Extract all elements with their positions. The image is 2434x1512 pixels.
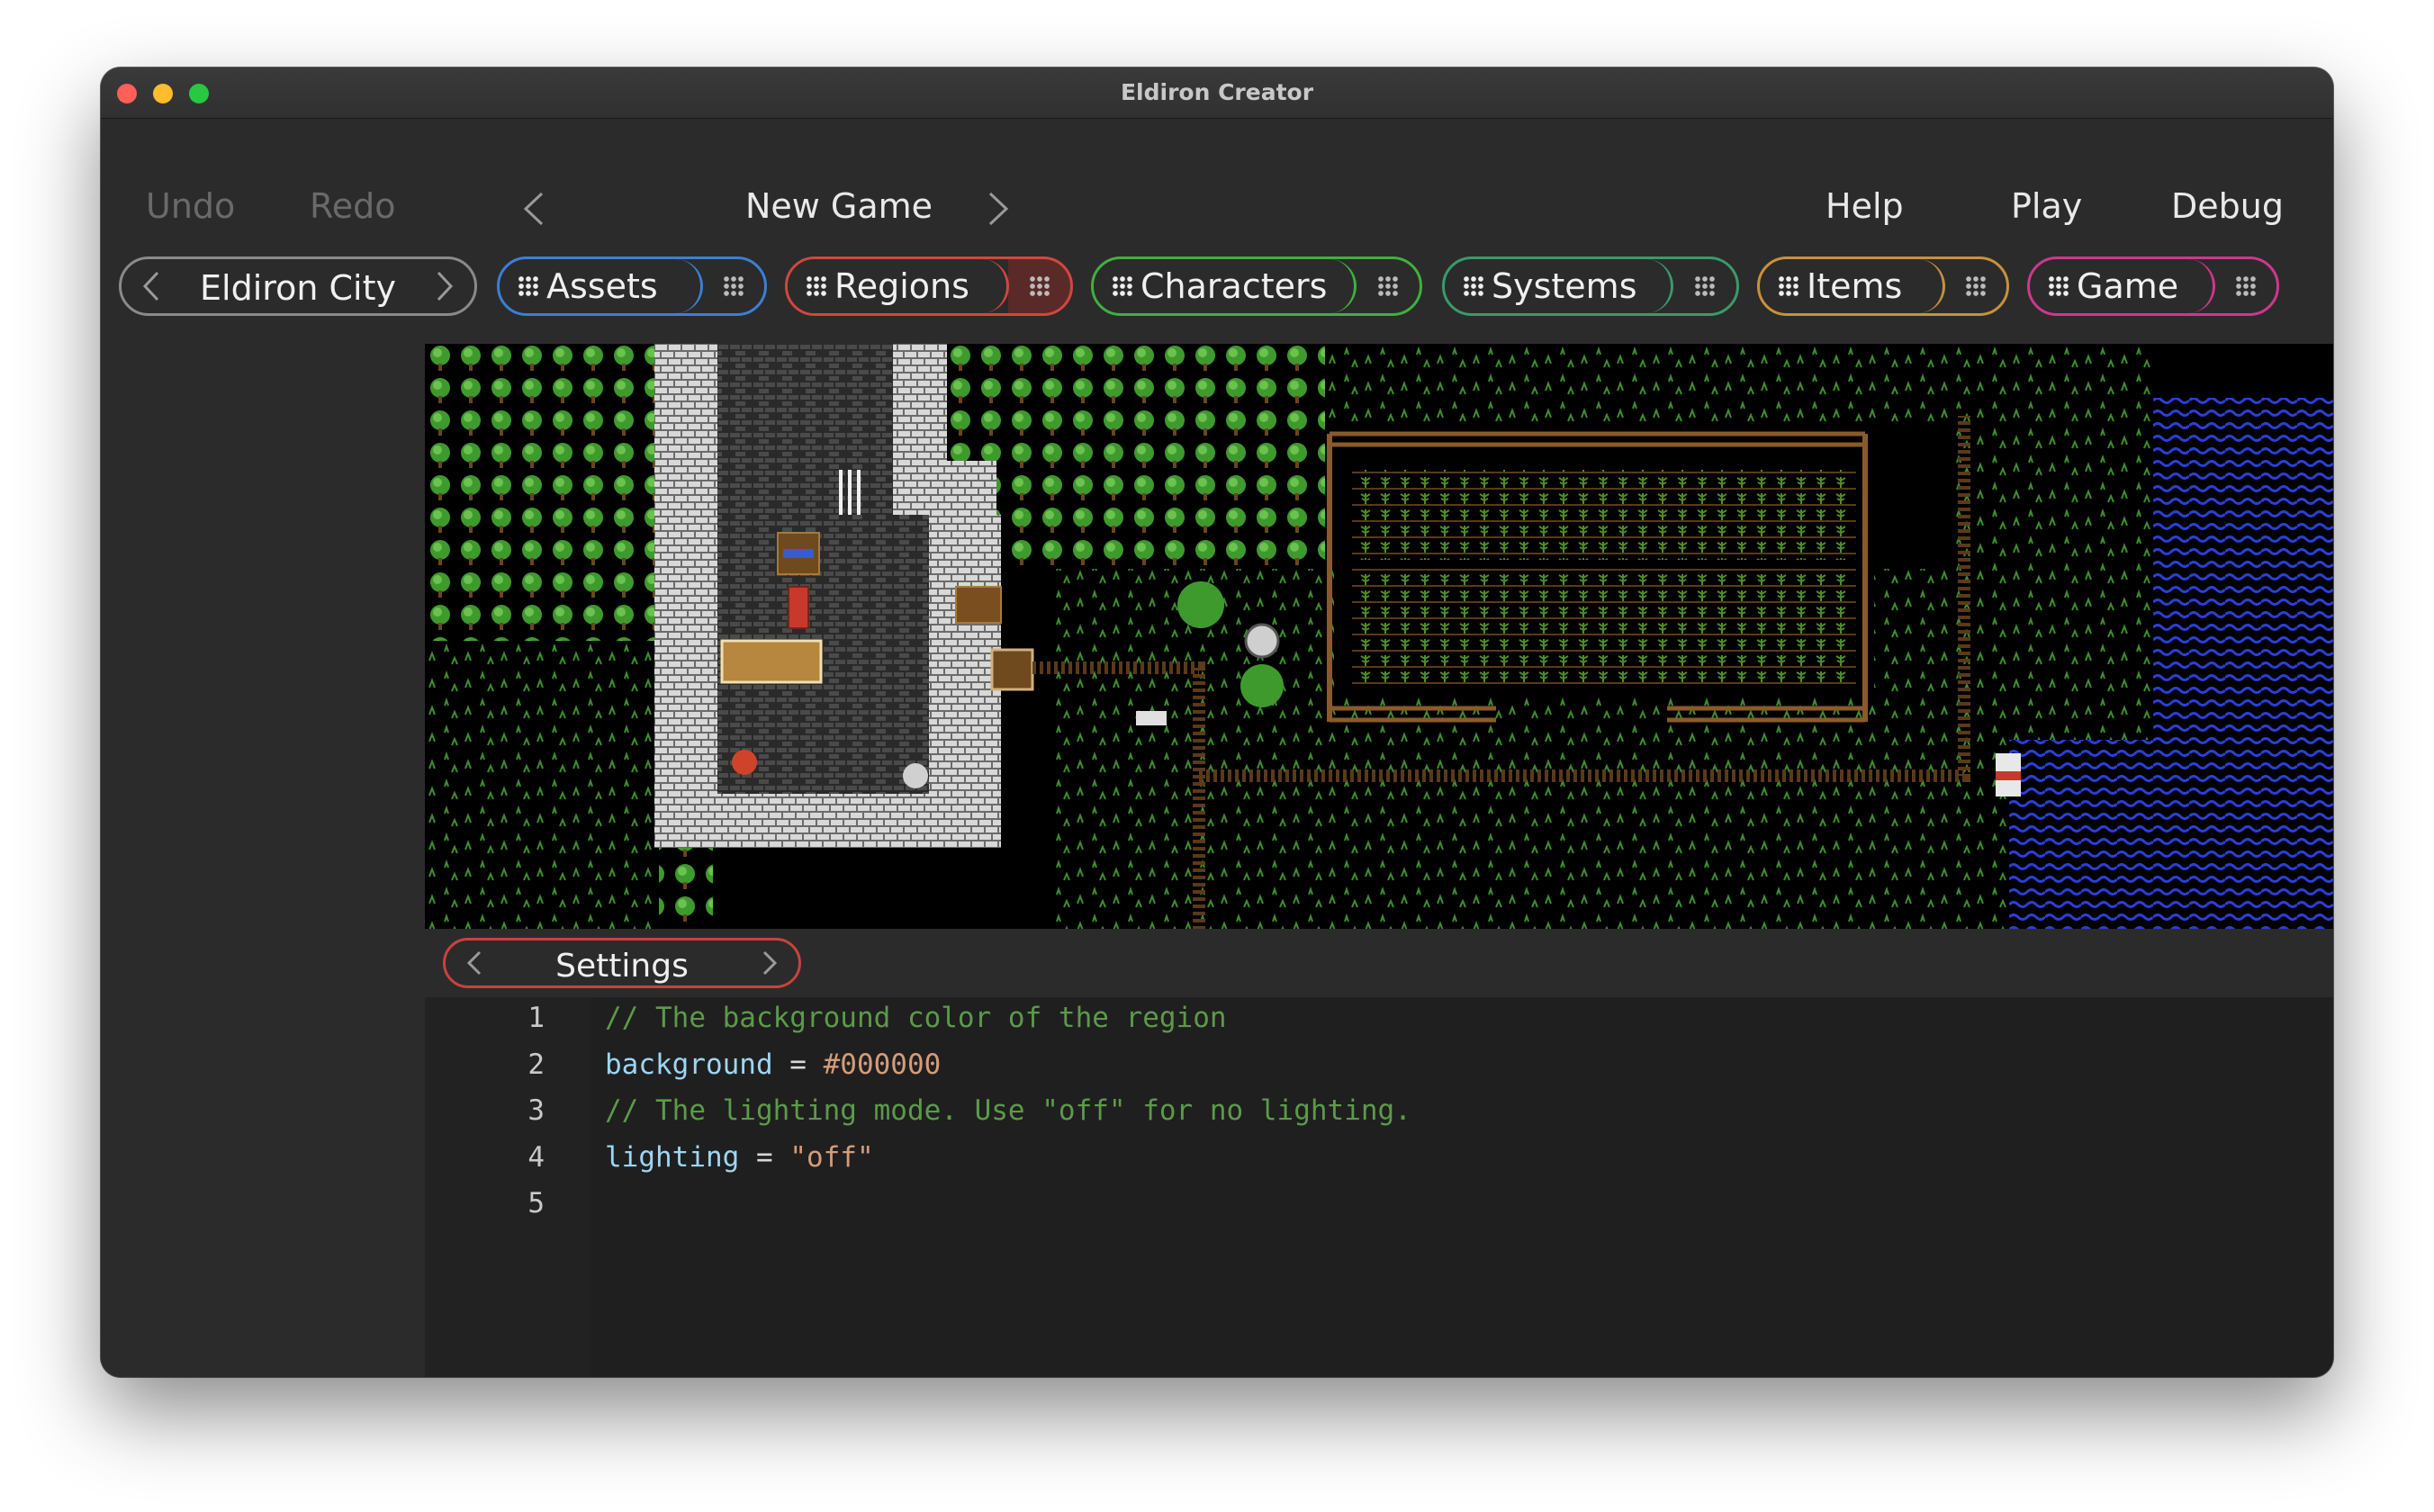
line-number-gutter: 1 2 3 4 5 [425,997,591,1377]
line-number: 2 [527,1048,545,1081]
help-button[interactable]: Help [1826,189,1904,223]
line-number: 5 [527,1187,545,1220]
code-token: // The background color of the region [605,1002,1227,1034]
settings-label: Settings [555,948,689,985]
grid-icon [1377,275,1399,297]
next-project-arrow-icon[interactable] [987,191,1010,227]
code-line[interactable]: lighting = "off" [605,1141,874,1174]
window-title: Eldiron Creator [1120,79,1314,105]
title-bar: Eldiron Creator [101,68,2333,119]
code-token: lighting [605,1140,740,1174]
chevron-right-icon[interactable] [761,950,779,976]
tab-label: Systems [1492,266,1637,306]
tab-menu-button[interactable] [1945,275,2006,297]
redo-button[interactable]: Redo [310,189,395,223]
previous-project-arrow-icon[interactable] [522,191,545,227]
region-map-canvas[interactable] [425,344,2333,929]
grid-icon [1029,275,1050,297]
tab-menu-button[interactable] [2215,275,2276,297]
tab-game[interactable]: Game [2027,256,2279,316]
tab-regions[interactable]: Regions [785,256,1073,316]
settings-bar: Settings [425,929,2333,997]
code-line[interactable]: // The background color of the region [605,1002,1227,1034]
debug-button[interactable]: Debug [2171,189,2284,223]
toolbar: Undo Redo New Game Help Play Debug Eldir… [101,119,2333,344]
grid-icon [518,275,539,297]
line-number: 1 [527,1002,545,1034]
tab-label: Assets [546,266,658,306]
code-token: = [772,1048,824,1081]
code-editor[interactable]: 1 2 3 4 5 // The background color of the reg… [425,997,2333,1377]
region-selector[interactable]: Eldiron City [119,256,477,316]
tab-items[interactable]: Items [1757,256,2009,316]
region-map[interactable] [425,344,2333,929]
grid-icon [1463,275,1484,297]
tab-characters[interactable]: Characters [1091,256,1422,316]
undo-button[interactable]: Undo [146,189,235,223]
grid-icon [1778,275,1799,297]
grid-icon [2235,275,2257,297]
code-token: "off" [789,1140,874,1174]
chevron-left-icon[interactable] [141,270,161,302]
tab-menu-button[interactable] [1673,275,1736,297]
grid-icon [2048,275,2069,297]
tab-menu-button[interactable] [1357,275,1420,297]
chevron-right-icon[interactable] [435,270,455,302]
code-line[interactable]: background = #000000 [605,1048,941,1081]
grid-icon [723,275,744,297]
region-name: Eldiron City [200,268,396,308]
grid-icon [1965,275,1987,297]
settings-selector[interactable]: Settings [443,938,801,988]
code-token: background [605,1048,773,1081]
line-number: 4 [527,1140,545,1174]
tab-label: Items [1807,266,1903,306]
grid-icon [806,275,827,297]
project-name: New Game [744,186,933,226]
tab-label: Regions [834,266,969,306]
tab-menu-button[interactable] [1009,275,1070,297]
tab-systems[interactable]: Systems [1442,256,1739,316]
sidebar [101,344,425,1377]
code-token: #000000 [823,1048,942,1081]
play-button[interactable]: Play [2011,189,2082,223]
tab-label: Characters [1140,266,1328,306]
grid-icon [1694,275,1716,297]
line-number: 3 [527,1094,545,1127]
code-token: // The lighting mode. Use "off" for no l… [605,1094,1411,1127]
tab-menu-button[interactable] [703,275,764,297]
tab-label: Game [2077,266,2179,306]
code-token: = [739,1140,790,1174]
code-line[interactable]: // The lighting mode. Use "off" for no l… [605,1094,1411,1127]
grid-icon [1112,275,1133,297]
tab-assets[interactable]: Assets [497,256,767,316]
app-window: Eldiron Creator Undo Redo New Game Help … [101,68,2333,1377]
